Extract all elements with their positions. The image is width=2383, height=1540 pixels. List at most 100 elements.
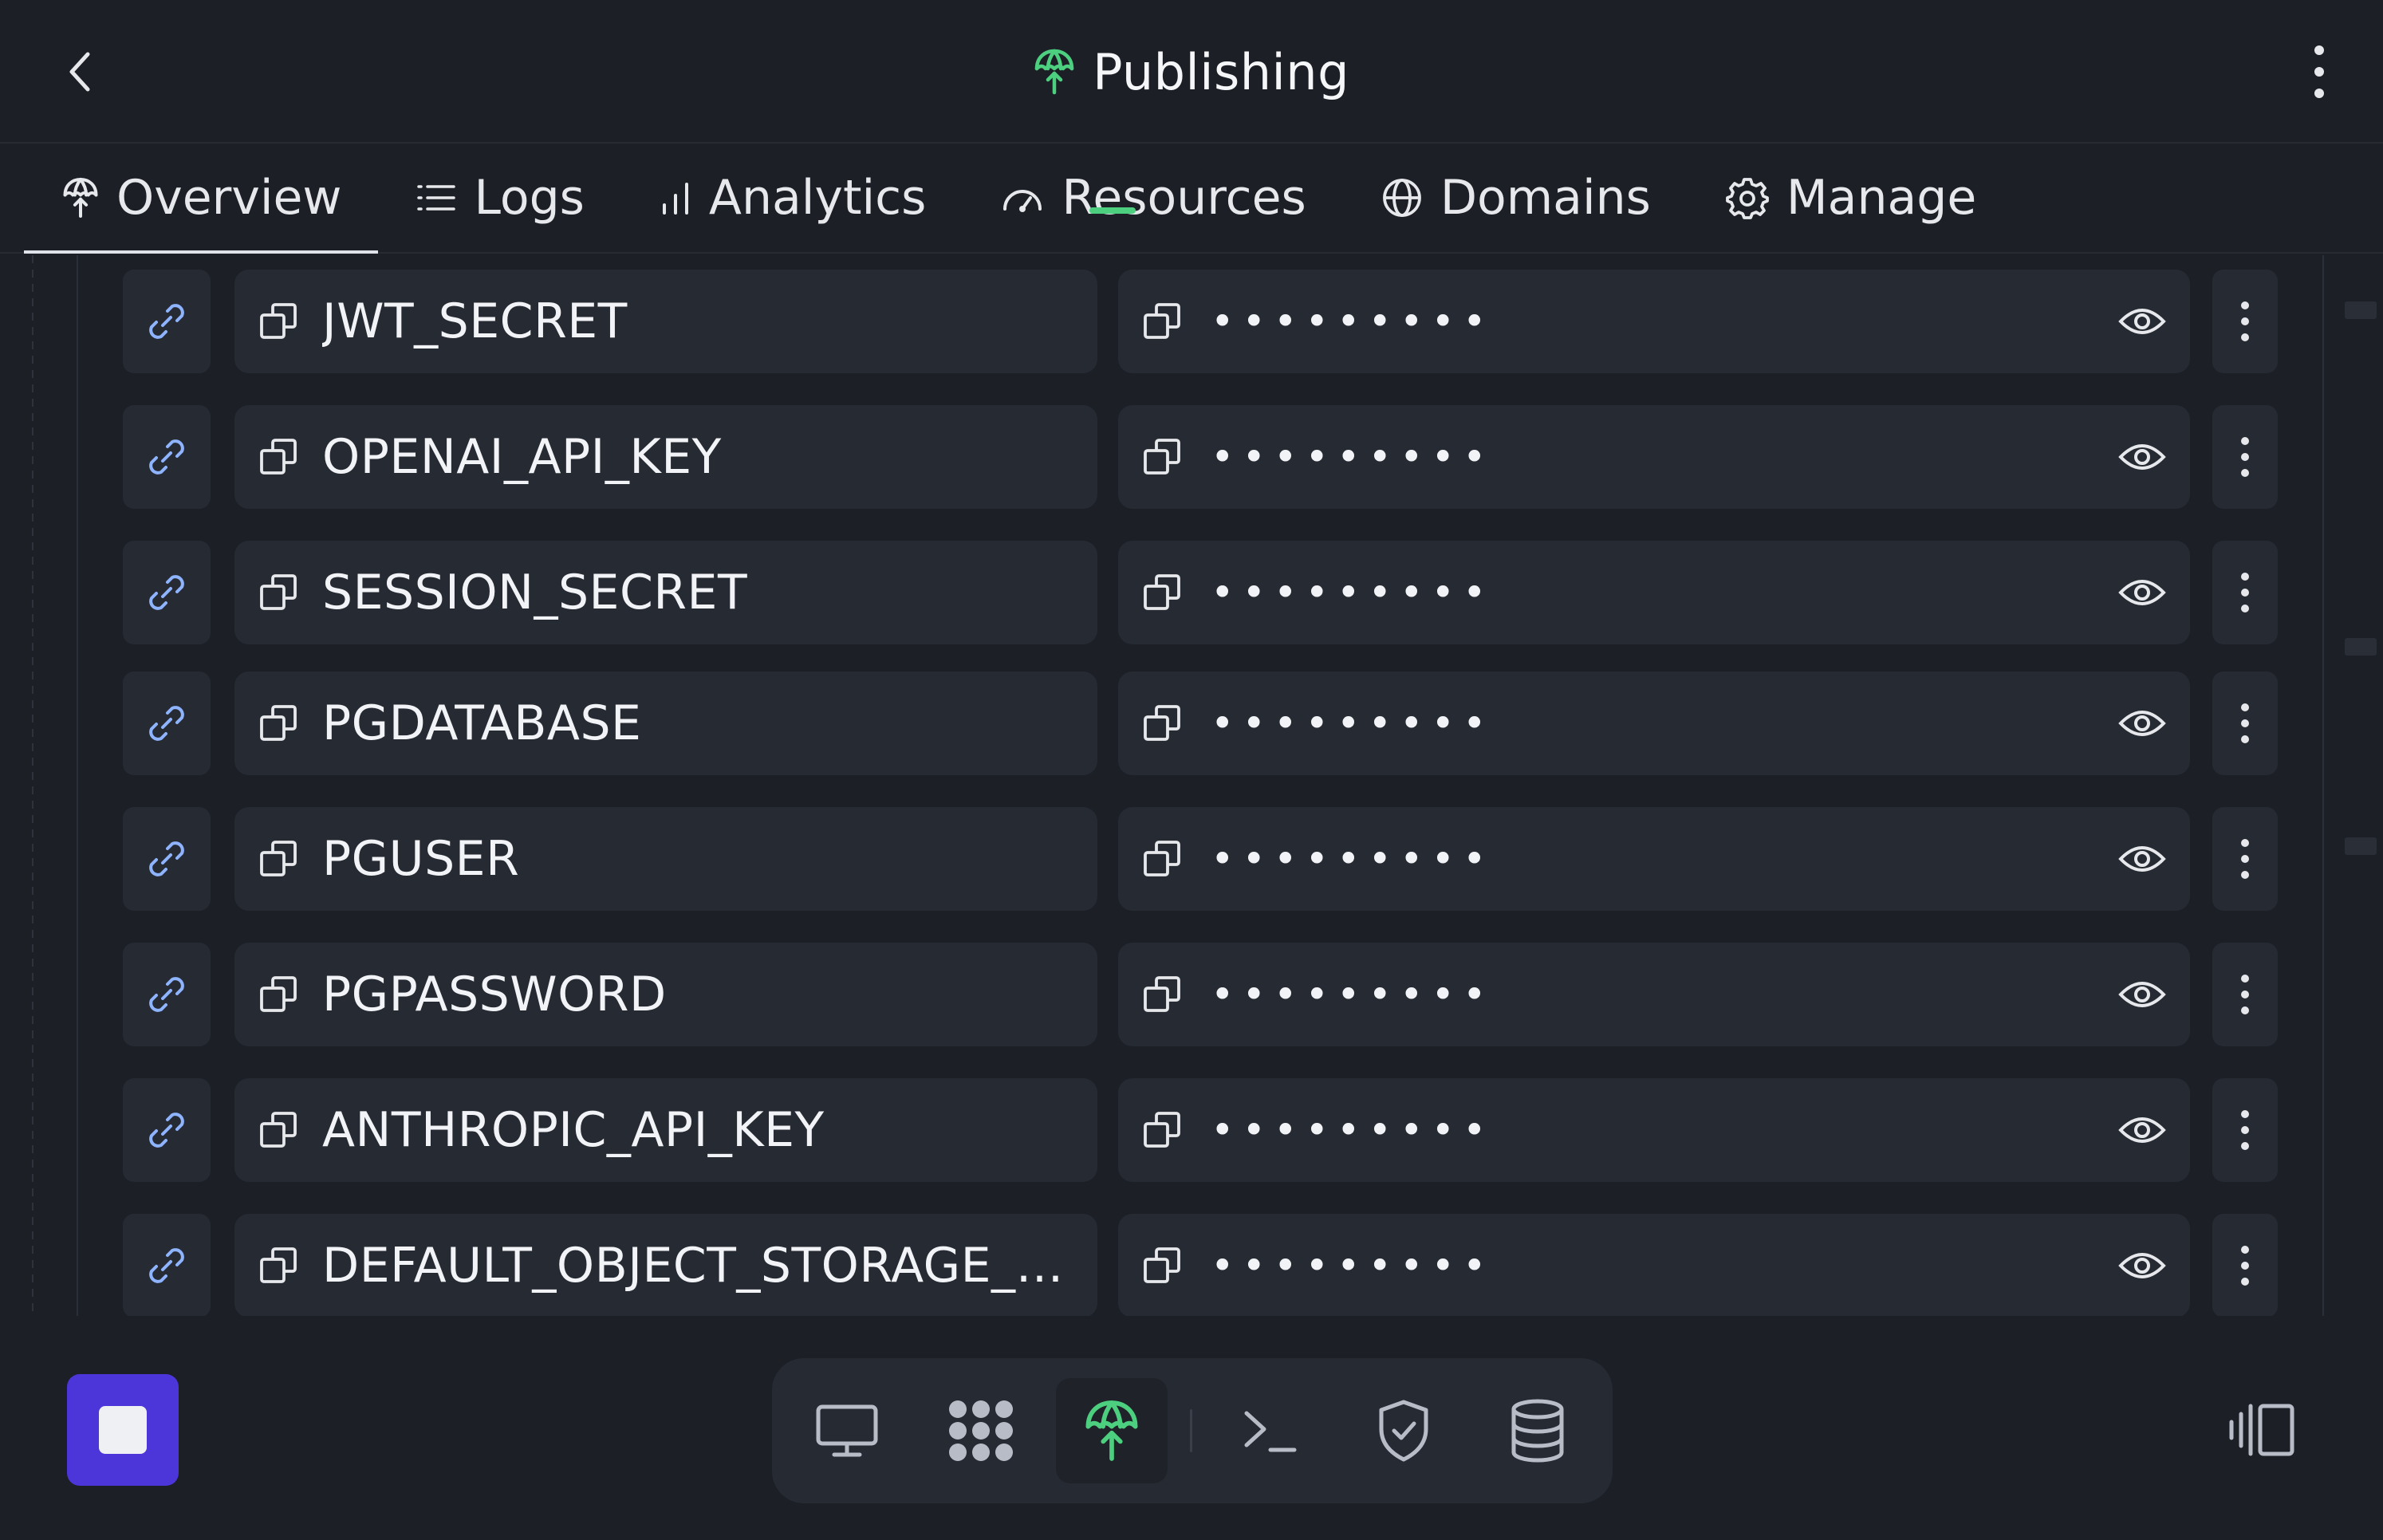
secret-value-masked: ••••••••• <box>1211 434 1495 480</box>
secret-row: JWT_SECRET ••••••••• <box>123 270 2278 373</box>
copy-icon[interactable] <box>1142 838 1182 880</box>
toggle-panel-button[interactable] <box>2222 1386 2302 1474</box>
secret-options-button[interactable] <box>2212 270 2278 373</box>
database-icon <box>1511 1399 1564 1463</box>
link-secret-button[interactable] <box>123 1078 211 1182</box>
secret-value-field[interactable]: ••••••••• <box>1118 1214 2190 1316</box>
secret-options-button[interactable] <box>2212 1078 2278 1182</box>
link-secret-button[interactable] <box>123 541 211 644</box>
reveal-secret-button[interactable] <box>2110 425 2174 489</box>
vertical-dots-icon <box>2241 703 2249 743</box>
copy-icon[interactable] <box>258 1109 298 1151</box>
secret-value-masked: ••••••••• <box>1211 298 1495 345</box>
tab-label: Analytics <box>708 170 927 226</box>
reveal-secret-button[interactable] <box>2110 691 2174 755</box>
dock-database-button[interactable] <box>1482 1378 1593 1483</box>
reveal-secret-button[interactable] <box>2110 1234 2174 1298</box>
scroll-marker <box>2345 837 2377 855</box>
secret-key-field[interactable]: PGPASSWORD <box>234 943 1097 1046</box>
secret-key-field[interactable]: OPENAI_API_KEY <box>234 405 1097 509</box>
tab-label: Domains <box>1440 170 1651 226</box>
more-options-button[interactable] <box>2287 37 2351 107</box>
secret-value-field[interactable]: ••••••••• <box>1118 1078 2190 1182</box>
tab-bar: Overview Logs Analytics Resources Domain… <box>0 144 2383 254</box>
secret-value-field[interactable]: ••••••••• <box>1118 943 2190 1046</box>
copy-icon[interactable] <box>258 974 298 1015</box>
tab-manage[interactable]: Manage <box>1688 144 2013 252</box>
secret-value-masked: ••••••••• <box>1211 700 1495 746</box>
tab-logs[interactable]: Logs <box>378 144 620 252</box>
secret-value-masked: ••••••••• <box>1211 836 1495 882</box>
secret-key-field[interactable]: PGUSER <box>234 807 1097 911</box>
secret-key-label: JWT_SECRET <box>322 293 628 349</box>
copy-icon[interactable] <box>258 838 298 880</box>
reveal-secret-button[interactable] <box>2110 1098 2174 1162</box>
vertical-dots-icon <box>2241 573 2249 612</box>
secret-value-field[interactable]: ••••••••• <box>1118 405 2190 509</box>
dock-shell-button[interactable] <box>1214 1378 1325 1483</box>
reveal-secret-button[interactable] <box>2110 827 2174 891</box>
secret-key-field[interactable]: DEFAULT_OBJECT_STORAGE_B... <box>234 1214 1097 1316</box>
scrollbar-track[interactable] <box>2345 255 2377 1316</box>
copy-icon[interactable] <box>258 436 298 478</box>
secrets-list[interactable]: JWT_SECRET ••••••••• OPENAI_API_KEY ••••… <box>0 255 2383 1316</box>
reveal-secret-button[interactable] <box>2110 963 2174 1026</box>
copy-icon[interactable] <box>258 572 298 613</box>
link-icon <box>149 439 184 475</box>
copy-icon[interactable] <box>258 703 298 744</box>
secret-options-button[interactable] <box>2212 1214 2278 1316</box>
scroll-marker <box>2345 301 2377 319</box>
copy-icon[interactable] <box>258 1245 298 1286</box>
reveal-secret-button[interactable] <box>2110 289 2174 353</box>
copy-icon[interactable] <box>1142 1245 1182 1286</box>
link-icon <box>149 1113 184 1148</box>
dock-security-button[interactable] <box>1348 1378 1459 1483</box>
reveal-secret-button[interactable] <box>2110 561 2174 624</box>
split-panel-icon <box>2229 1404 2294 1456</box>
dock-workflows-button[interactable] <box>925 1378 1037 1483</box>
link-secret-button[interactable] <box>123 807 211 911</box>
scroll-marker <box>2345 638 2377 656</box>
secret-value-field[interactable]: ••••••••• <box>1118 807 2190 911</box>
secret-value-masked: ••••••••• <box>1211 1107 1495 1153</box>
dock-preview-button[interactable] <box>791 1378 903 1483</box>
secret-row: PGPASSWORD ••••••••• <box>123 943 2278 1046</box>
link-secret-button[interactable] <box>123 1214 211 1316</box>
link-secret-button[interactable] <box>123 672 211 775</box>
link-secret-button[interactable] <box>123 270 211 373</box>
secret-key-field[interactable]: JWT_SECRET <box>234 270 1097 373</box>
tab-resources[interactable]: Resources <box>963 144 1342 252</box>
link-secret-button[interactable] <box>123 405 211 509</box>
secret-key-field[interactable]: SESSION_SECRET <box>234 541 1097 644</box>
link-secret-button[interactable] <box>123 943 211 1046</box>
tab-domains[interactable]: Domains <box>1343 144 1688 252</box>
copy-icon[interactable] <box>1142 1109 1182 1151</box>
secret-row: ANTHROPIC_API_KEY ••••••••• <box>123 1078 2278 1182</box>
secret-row: PGDATABASE ••••••••• <box>123 672 2278 775</box>
copy-icon[interactable] <box>1142 703 1182 744</box>
copy-icon[interactable] <box>1142 572 1182 613</box>
secret-key-field[interactable]: PGDATABASE <box>234 672 1097 775</box>
eye-icon <box>2118 1253 2166 1278</box>
vertical-dots-icon <box>2314 45 2324 98</box>
tab-overview[interactable]: Overview <box>24 144 379 254</box>
secret-options-button[interactable] <box>2212 807 2278 911</box>
copy-icon[interactable] <box>258 301 298 342</box>
secret-value-field[interactable]: ••••••••• <box>1118 541 2190 644</box>
secret-key-field[interactable]: ANTHROPIC_API_KEY <box>234 1078 1097 1182</box>
copy-icon[interactable] <box>1142 301 1182 342</box>
secret-options-button[interactable] <box>2212 541 2278 644</box>
copy-icon[interactable] <box>1142 974 1182 1015</box>
secret-options-button[interactable] <box>2212 405 2278 509</box>
secret-key-label: PGPASSWORD <box>322 967 667 1022</box>
tab-label: Logs <box>474 170 585 226</box>
secret-value-field[interactable]: ••••••••• <box>1118 270 2190 373</box>
bar-chart-icon <box>662 183 688 215</box>
copy-icon[interactable] <box>1142 436 1182 478</box>
dock-publishing-button[interactable] <box>1056 1378 1168 1483</box>
secret-options-button[interactable] <box>2212 672 2278 775</box>
tab-analytics[interactable]: Analytics <box>621 144 963 252</box>
secret-options-button[interactable] <box>2212 943 2278 1046</box>
stop-button[interactable] <box>67 1374 179 1486</box>
secret-value-field[interactable]: ••••••••• <box>1118 672 2190 775</box>
